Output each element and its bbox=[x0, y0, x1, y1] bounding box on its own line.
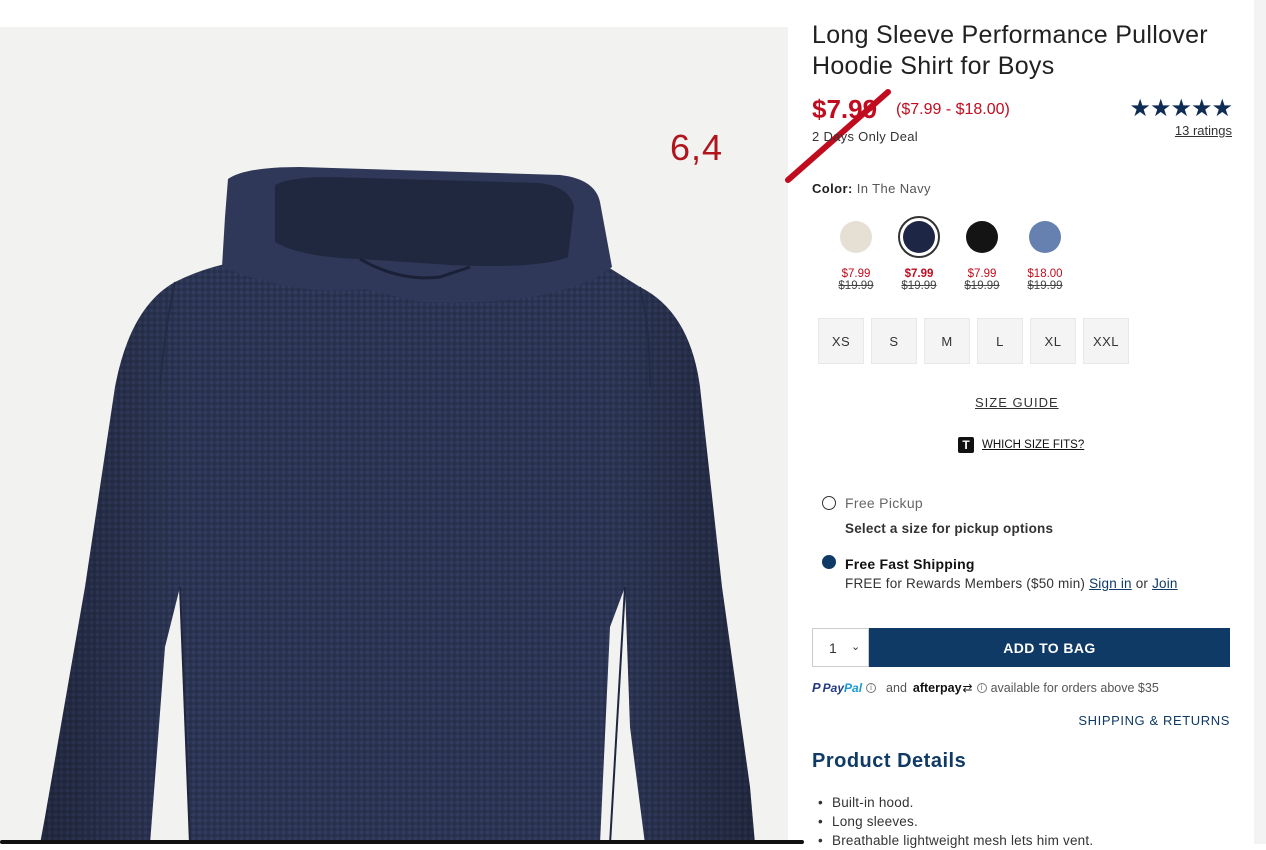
which-size-label: WHICH SIZE FITS? bbox=[982, 439, 1085, 451]
size-xxl-button[interactable]: XXL bbox=[1083, 318, 1129, 364]
swatch-black[interactable]: $7.99 $19.99 bbox=[952, 216, 1012, 292]
paypal-pal: Pal bbox=[844, 680, 863, 695]
free-pickup-label[interactable]: Free Pickup bbox=[845, 495, 923, 511]
sale-price: $7.99 bbox=[812, 94, 878, 124]
afterpay-logo: afterpay bbox=[912, 680, 962, 695]
free-shipping-radio[interactable] bbox=[822, 555, 836, 569]
which-size-fits-link[interactable]: T WHICH SIZE FITS? bbox=[958, 437, 1084, 453]
swatch-original-price: $19.99 bbox=[838, 280, 874, 292]
page-scrollbar[interactable] bbox=[1254, 0, 1266, 844]
paypal-logo: PayPal bbox=[823, 681, 862, 695]
shipping-returns-link[interactable]: SHIPPING & RETURNS bbox=[1078, 713, 1230, 728]
horizontal-scrollbar[interactable] bbox=[0, 840, 804, 844]
ratings-link[interactable]: 13 ratings bbox=[1175, 123, 1232, 138]
t-badge-icon: T bbox=[958, 437, 974, 453]
size-xs-button[interactable]: XS bbox=[818, 318, 864, 364]
size-xl-button[interactable]: XL bbox=[1030, 318, 1076, 364]
size-selector: XS S M L XL XXL bbox=[818, 318, 1136, 364]
product-info-panel: Long Sleeve Performance Pullover Hoodie … bbox=[812, 0, 1233, 850]
size-guide-link[interactable]: SIZE GUIDE bbox=[975, 395, 1059, 410]
color-label: Color: In The Navy bbox=[812, 181, 931, 196]
swatch-sale-price: $7.99 bbox=[904, 268, 934, 280]
afterpay-info-icon[interactable]: i bbox=[976, 682, 987, 693]
swatch-color bbox=[840, 221, 872, 253]
pickup-note: Select a size for pickup options bbox=[845, 521, 1054, 536]
swatch-original-price: $19.99 bbox=[901, 280, 937, 292]
shipping-note-text: FREE for Rewards Members ($50 min) bbox=[845, 576, 1086, 591]
product-image[interactable]: 6,4 bbox=[0, 27, 788, 844]
quantity-select[interactable]: 1 ⌄ bbox=[812, 628, 869, 667]
list-item: Built-in hood. bbox=[818, 793, 1093, 812]
color-value: In The Navy bbox=[856, 181, 931, 196]
size-l-button[interactable]: L bbox=[977, 318, 1023, 364]
swatch-color bbox=[966, 221, 998, 253]
free-shipping-label[interactable]: Free Fast Shipping bbox=[845, 556, 975, 572]
payment-options: P PayPal i and afterpay ⇄ i available fo… bbox=[812, 680, 1159, 695]
deal-label: 2 Days Only Deal bbox=[812, 129, 918, 144]
color-swatches: $7.99 $19.99 $7.99 $19.99 $7.99 $19.99 $… bbox=[826, 216, 1078, 292]
swatch-ring-selected bbox=[898, 216, 940, 258]
size-m-button[interactable]: M bbox=[924, 318, 970, 364]
product-details-heading: Product Details bbox=[812, 750, 967, 772]
price-range: ($7.99 - $18.00) bbox=[896, 101, 1010, 118]
list-item: Long sleeves. bbox=[818, 812, 1093, 831]
sign-in-link[interactable]: Sign in bbox=[1089, 576, 1132, 591]
or-text: or bbox=[1135, 576, 1149, 591]
free-pickup-radio[interactable] bbox=[822, 496, 836, 510]
swatch-original-price: $19.99 bbox=[964, 280, 1000, 292]
swatch-sale-price: $7.99 bbox=[841, 268, 871, 280]
swatch-original-price: $19.99 bbox=[1027, 280, 1063, 292]
swatch-sale-price: $18.00 bbox=[1027, 268, 1063, 280]
swatch-ring bbox=[961, 216, 1003, 258]
afterpay-arrows-icon: ⇄ bbox=[962, 680, 973, 695]
swatch-color bbox=[1029, 221, 1061, 253]
paypal-pay: Pay bbox=[822, 680, 845, 695]
product-details-list: Built-in hood. Long sleeves. Breathable … bbox=[818, 793, 1093, 850]
swatch-ring bbox=[1024, 216, 1066, 258]
swatch-sale-price: $7.99 bbox=[967, 268, 997, 280]
swatch-ring bbox=[835, 216, 877, 258]
swatch-navy[interactable]: $7.99 $19.99 bbox=[889, 216, 949, 292]
color-label-key: Color: bbox=[812, 181, 853, 196]
paypal-info-icon[interactable]: i bbox=[866, 682, 877, 693]
and-text: and bbox=[886, 680, 907, 695]
swatch-color bbox=[903, 221, 935, 253]
join-link[interactable]: Join bbox=[1152, 576, 1178, 591]
chevron-down-icon: ⌄ bbox=[851, 641, 861, 653]
add-to-bag-button[interactable]: ADD TO BAG bbox=[869, 628, 1230, 667]
product-title: Long Sleeve Performance Pullover Hoodie … bbox=[812, 21, 1208, 80]
swatch-blue[interactable]: $18.00 $19.99 bbox=[1015, 216, 1075, 292]
annotation-text: 6,4 bbox=[670, 127, 724, 168]
paypal-icon: P bbox=[812, 680, 821, 695]
size-s-button[interactable]: S bbox=[871, 318, 917, 364]
quantity-value: 1 bbox=[829, 639, 837, 656]
rating-stars-icon[interactable]: ★★★★★ bbox=[1129, 94, 1233, 123]
shipping-note: FREE for Rewards Members ($50 min) Sign … bbox=[845, 576, 1178, 591]
available-text: available for orders above $35 bbox=[990, 680, 1159, 695]
list-item: Breathable lightweight mesh lets him ven… bbox=[818, 831, 1093, 850]
swatch-cream[interactable]: $7.99 $19.99 bbox=[826, 216, 886, 292]
